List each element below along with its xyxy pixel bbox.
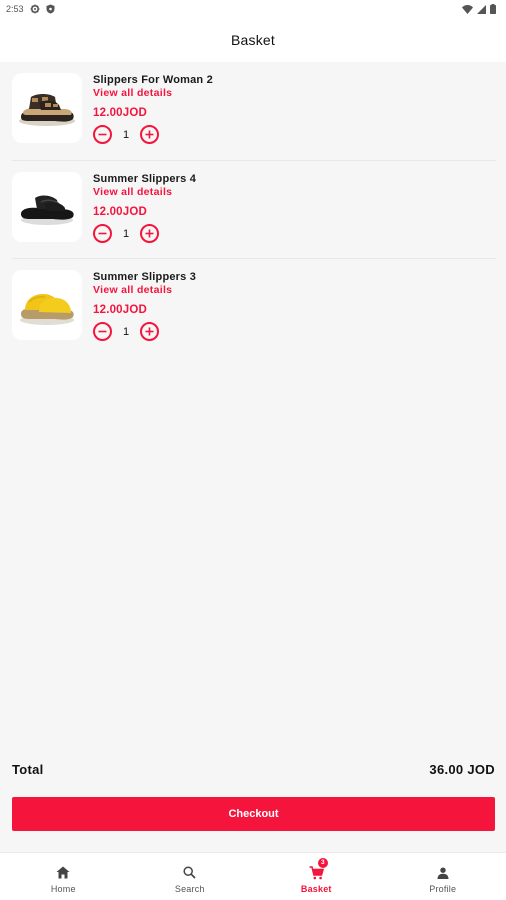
decrease-quantity-button[interactable] [93, 322, 112, 341]
total-value: 36.00 JOD [429, 762, 495, 777]
status-left: 2:53 [6, 4, 55, 14]
product-info: Slippers For Woman 2 View all details 12… [93, 73, 213, 144]
nav-item-home[interactable]: Home [0, 853, 127, 900]
plus-icon [145, 130, 154, 139]
nav-label-home: Home [50, 883, 76, 894]
home-icon [56, 864, 70, 882]
minus-icon [98, 232, 107, 235]
product-info: Summer Slippers 4 View all details 12.00… [93, 172, 196, 243]
total-label: Total [12, 762, 44, 777]
nav-item-profile[interactable]: Profile [380, 853, 506, 900]
settings-icon [30, 4, 40, 14]
product-name: Slippers For Woman 2 [93, 74, 213, 86]
cart-badge: 3 [317, 857, 328, 868]
plus-icon [145, 327, 154, 336]
quantity-stepper: 1 [93, 125, 213, 144]
product-price: 12.00JOD [93, 304, 148, 316]
product-image[interactable] [12, 73, 82, 143]
product-price: 12.00JOD [93, 107, 148, 119]
quantity-value: 1 [122, 325, 130, 338]
quantity-value: 1 [122, 128, 130, 141]
page-title: Basket [231, 32, 275, 48]
product-image[interactable] [12, 172, 82, 242]
nav-label-basket: Basket [300, 883, 332, 894]
quantity-stepper: 1 [93, 322, 196, 341]
minus-icon [98, 133, 107, 136]
person-icon [437, 864, 449, 882]
yellow-clog-image [20, 294, 74, 325]
brown-sandal-image [19, 94, 75, 126]
view-details-link[interactable]: View all details [93, 284, 196, 297]
shield-icon [46, 4, 55, 14]
quantity-value: 1 [122, 227, 130, 240]
nav-item-basket[interactable]: 3 Basket [253, 853, 380, 900]
bottom-nav: Home Search 3 Basket Profile [0, 852, 506, 900]
nav-label-search: Search [174, 883, 205, 894]
app-bar: Basket [0, 18, 506, 62]
status-bar: 2:53 [0, 0, 506, 18]
product-price: 12.00JOD [93, 206, 148, 218]
signal-icon [477, 4, 486, 14]
wifi-icon [462, 4, 473, 14]
decrease-quantity-button[interactable] [93, 125, 112, 144]
basket-item: Summer Slippers 4 View all details 12.00… [12, 160, 496, 258]
product-name: Summer Slippers 3 [93, 271, 197, 283]
plus-icon [145, 229, 154, 238]
product-name: Summer Slippers 4 [93, 173, 197, 185]
minus-icon [98, 330, 107, 333]
status-time: 2:53 [6, 4, 24, 14]
view-details-link[interactable]: View all details [93, 186, 196, 199]
total-row: Total 36.00 JOD [12, 762, 495, 777]
increase-quantity-button[interactable] [140, 322, 159, 341]
view-details-link[interactable]: View all details [93, 87, 213, 100]
black-sandal-image [21, 195, 74, 225]
increase-quantity-button[interactable] [140, 224, 159, 243]
basket-item: Summer Slippers 3 View all details 12.00… [12, 258, 496, 356]
checkout-button[interactable]: Checkout [12, 797, 495, 831]
product-info: Summer Slippers 3 View all details 12.00… [93, 270, 196, 341]
basket-list: Slippers For Woman 2 View all details 12… [12, 62, 496, 356]
nav-label-profile: Profile [429, 883, 457, 894]
quantity-stepper: 1 [93, 224, 196, 243]
basket-item: Slippers For Woman 2 View all details 12… [12, 62, 496, 160]
increase-quantity-button[interactable] [140, 125, 159, 144]
search-icon [183, 864, 196, 882]
nav-item-search[interactable]: Search [127, 853, 254, 900]
product-image[interactable] [12, 270, 82, 340]
decrease-quantity-button[interactable] [93, 224, 112, 243]
status-right [462, 4, 496, 14]
cart-icon: 3 [309, 857, 328, 882]
battery-icon [490, 4, 496, 14]
